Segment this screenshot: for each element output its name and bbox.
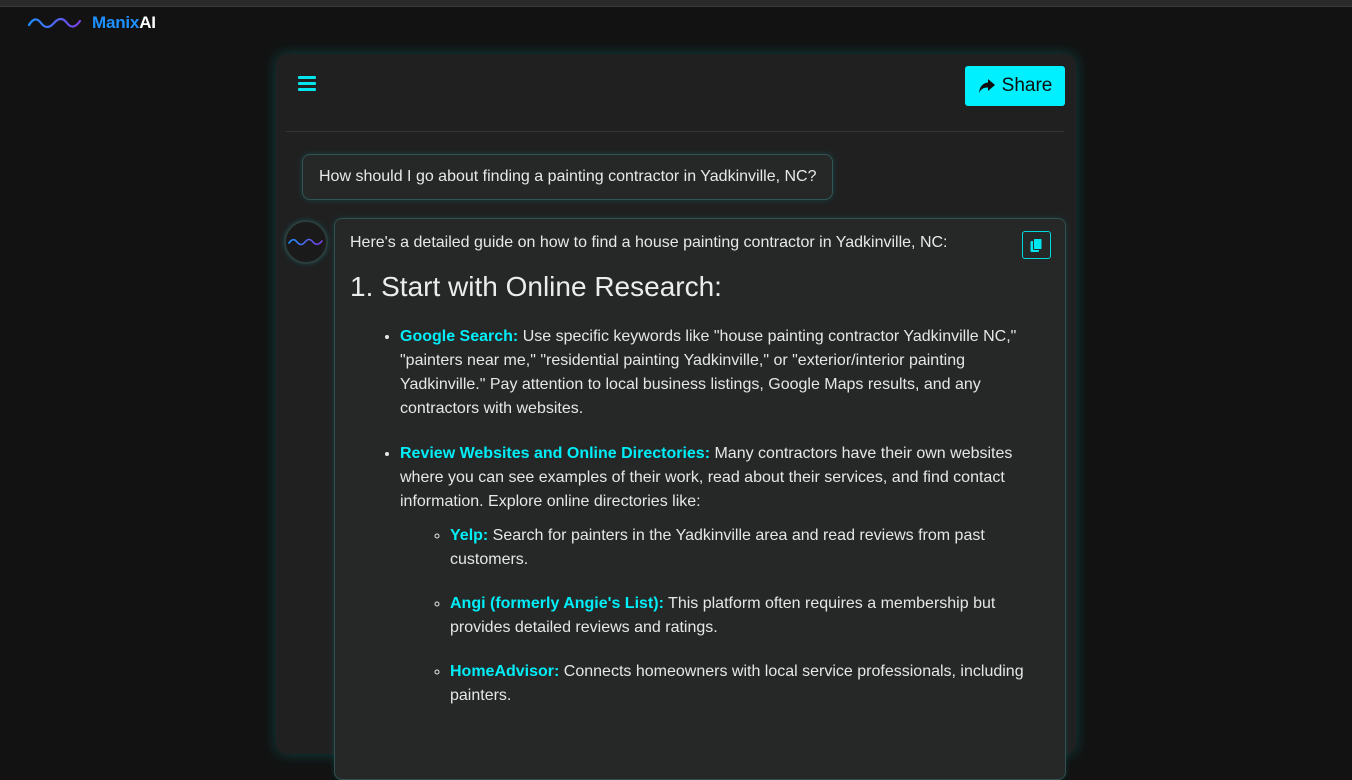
assistant-intro: Here's a detailed guide on how to find a…	[350, 234, 948, 251]
sub-list-item-title: Yelp:	[450, 527, 489, 544]
assistant-message-content: Here's a detailed guide on how to find a…	[350, 231, 1030, 728]
section-heading: 1. Start with Online Research:	[350, 271, 722, 302]
user-message-text: How should I go about finding a painting…	[319, 168, 817, 185]
user-message: How should I go about finding a painting…	[302, 154, 834, 200]
assistant-message: Here's a detailed guide on how to find a…	[334, 218, 1066, 780]
wave-avatar-icon	[288, 238, 323, 246]
sub-list-item: Yelp: Search for painters in the Yadkinv…	[450, 524, 1030, 572]
share-label: Share	[1001, 75, 1053, 96]
brand-name: ManixAI	[92, 13, 156, 33]
copy-icon	[1030, 237, 1043, 252]
share-arrow-icon	[978, 79, 995, 93]
sub-list-item-title: HomeAdvisor:	[450, 663, 560, 680]
list-item: Review Websites and Online Directories: …	[400, 441, 1030, 708]
list-item: Google Search: Use specific keywords lik…	[400, 324, 1030, 421]
share-button[interactable]: Share	[965, 66, 1065, 106]
hamburger-menu-icon[interactable]	[298, 76, 318, 94]
list-item-title: Google Search:	[400, 328, 519, 345]
sub-list: Yelp: Search for painters in the Yadkinv…	[400, 524, 1030, 708]
chat-panel: Share How should I go about finding a pa…	[276, 54, 1076, 780]
list-item-title: Review Websites and Online Directories:	[400, 445, 711, 462]
sub-list-item-text: Search for painters in the Yadkinville a…	[450, 527, 985, 568]
brand-logo[interactable]: ManixAI	[28, 12, 156, 34]
wave-logo-icon	[28, 17, 82, 29]
sub-list-item: HomeAdvisor: Connects homeowners with lo…	[450, 660, 1030, 708]
header-divider	[286, 131, 1064, 132]
brand-name-part1: Manix	[92, 13, 140, 32]
sub-list-item-title: Angi (formerly Angie's List):	[450, 595, 664, 612]
main-list: Google Search: Use specific keywords lik…	[350, 324, 1030, 708]
sub-list-item: Angi (formerly Angie's List): This platf…	[450, 592, 1030, 640]
window-top-border	[0, 0, 1352, 7]
assistant-avatar	[284, 220, 328, 264]
brand-name-part2: AI	[139, 13, 156, 32]
